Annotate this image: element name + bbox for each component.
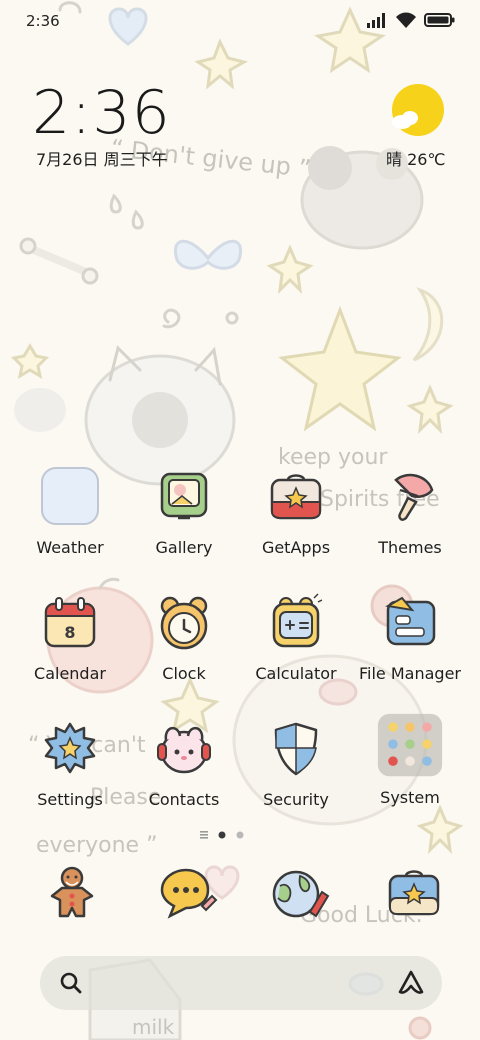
app-getapps[interactable]: GetApps xyxy=(240,466,352,557)
browser-globe-icon xyxy=(272,870,330,918)
wifi-icon xyxy=(396,12,416,28)
calendar-app-icon: 8 xyxy=(44,597,96,648)
app-label: Clock xyxy=(162,664,206,683)
messages-icon xyxy=(160,868,218,919)
app-label: GetApps xyxy=(261,538,331,557)
wallpaper-text: milk xyxy=(132,1015,175,1039)
dock-phone[interactable] xyxy=(40,862,104,926)
battery-icon xyxy=(424,13,455,27)
page-indicator[interactable] xyxy=(200,828,280,842)
app-clock[interactable]: Clock xyxy=(128,592,240,683)
app-store-icon xyxy=(388,870,440,916)
file-manager-app-icon xyxy=(385,596,436,646)
dock-browser[interactable] xyxy=(268,862,332,926)
app-label: Calculator xyxy=(255,664,337,683)
security-app-icon xyxy=(274,722,318,776)
app-gallery[interactable]: Gallery xyxy=(128,466,240,557)
app-label: Contacts xyxy=(148,790,220,809)
app-label: Calendar xyxy=(34,664,106,683)
clock-app-icon xyxy=(160,596,208,650)
weather-widget-text[interactable]: 晴 26℃ xyxy=(386,146,445,170)
assistant-icon[interactable] xyxy=(396,968,426,998)
dock-messages[interactable] xyxy=(154,862,218,926)
gallery-app-icon xyxy=(160,472,208,520)
app-contacts[interactable]: Contacts xyxy=(128,718,240,809)
app-calendar[interactable]: 8 Calendar xyxy=(14,592,126,683)
calculator-app-icon xyxy=(272,593,323,648)
clock-widget-time[interactable]: 2:36 xyxy=(32,78,171,148)
signal-icon xyxy=(367,13,385,28)
app-label: Weather xyxy=(36,538,104,557)
sunny-icon[interactable] xyxy=(390,84,444,138)
themes-app-icon xyxy=(394,473,434,521)
app-label: System xyxy=(380,788,440,807)
page-dot-active xyxy=(218,831,226,839)
app-security[interactable]: Security xyxy=(240,718,352,809)
clock-widget-date[interactable]: 7月26日 周三下午 xyxy=(36,146,168,170)
app-themes[interactable]: Themes xyxy=(354,466,466,557)
dock-app-store[interactable] xyxy=(382,862,446,926)
app-settings[interactable]: Settings xyxy=(14,718,126,809)
search-bar[interactable] xyxy=(40,956,442,1010)
app-file-manager[interactable]: File Manager xyxy=(354,592,466,683)
app-label: Settings xyxy=(37,790,103,809)
app-system-folder[interactable]: System xyxy=(354,713,466,807)
system-folder-icon xyxy=(377,713,443,777)
status-time: 2:36 xyxy=(26,12,60,30)
contacts-app-icon xyxy=(157,727,211,774)
settings-app-icon xyxy=(44,722,96,774)
weather-app-icon xyxy=(41,467,99,525)
app-weather[interactable]: Weather xyxy=(14,466,126,557)
app-label: Themes xyxy=(378,538,442,557)
page-indicator-menu-icon xyxy=(200,831,208,839)
search-icon[interactable] xyxy=(58,970,84,996)
wallpaper-text: everyone ” xyxy=(36,833,157,858)
status-bar: 2:36 xyxy=(0,0,480,40)
app-label: Security xyxy=(263,790,329,809)
getapps-app-icon xyxy=(270,474,322,520)
status-icons xyxy=(366,12,456,28)
phone-gingerbread-icon xyxy=(50,866,94,918)
page-dot xyxy=(236,831,244,839)
app-calculator[interactable]: Calculator xyxy=(240,592,352,683)
app-label: Gallery xyxy=(155,538,213,557)
app-label: File Manager xyxy=(359,664,461,683)
calendar-badge: 8 xyxy=(64,623,75,642)
